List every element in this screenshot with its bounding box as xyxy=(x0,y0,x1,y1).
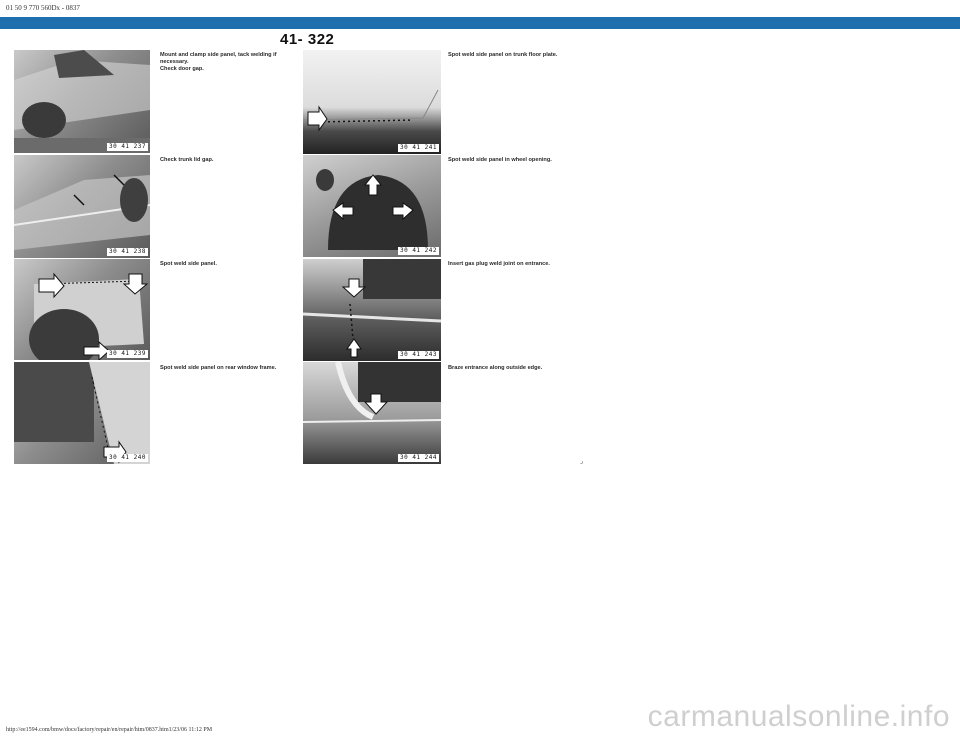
figure-number: 30 41 238 xyxy=(106,248,148,256)
caption-30-41-242: Spot weld side panel in wheel opening. xyxy=(448,157,552,163)
photo-30-41-243: 30 41 243 xyxy=(303,259,441,361)
header-band xyxy=(0,17,960,29)
caption-30-41-243: Insert gas plug weld joint on entrance. xyxy=(448,261,550,267)
figure-number: 30 41 242 xyxy=(397,247,439,255)
photo-30-41-238: 30 41 238 xyxy=(14,155,150,258)
caption-30-41-241: Spot weld side panel on trunk floor plat… xyxy=(448,52,558,58)
photo-30-41-239: 30 41 239 xyxy=(14,259,150,360)
document-id: 01 50 9 770 560Dx - 0837 xyxy=(6,4,80,12)
watermark: carmanualsonline.info xyxy=(647,700,950,733)
caption-30-41-237: Mount and clamp side panel, tack welding… xyxy=(160,52,277,72)
caption-30-41-244: Braze entrance along outside edge. xyxy=(448,365,543,371)
photo-30-41-241: 30 41 241 xyxy=(303,50,441,154)
figure-number: 30 41 240 xyxy=(106,454,148,462)
footer-url: http://ee1594.com/bmw/docs/factory/repai… xyxy=(6,727,213,733)
figure-number: 30 41 237 xyxy=(106,143,148,151)
end-mark-icon: ⌟ xyxy=(580,457,584,465)
photo-30-41-240: 30 41 240 xyxy=(14,362,150,464)
caption-30-41-240: Spot weld side panel on rear window fram… xyxy=(160,365,277,371)
caption-30-41-239: Spot weld side panel. xyxy=(160,261,217,267)
figure-number: 30 41 243 xyxy=(397,351,439,359)
photo-30-41-242: 30 41 242 xyxy=(303,155,441,257)
figure-number: 30 41 239 xyxy=(106,350,148,358)
figure-number: 30 41 244 xyxy=(397,454,439,462)
figure-number: 30 41 241 xyxy=(397,144,439,152)
caption-30-41-238: Check trunk lid gap. xyxy=(160,157,214,163)
photo-30-41-244: 30 41 244 xyxy=(303,362,441,464)
page-number: 41- 322 xyxy=(280,31,335,48)
photo-30-41-237: 30 41 237 xyxy=(14,50,150,153)
